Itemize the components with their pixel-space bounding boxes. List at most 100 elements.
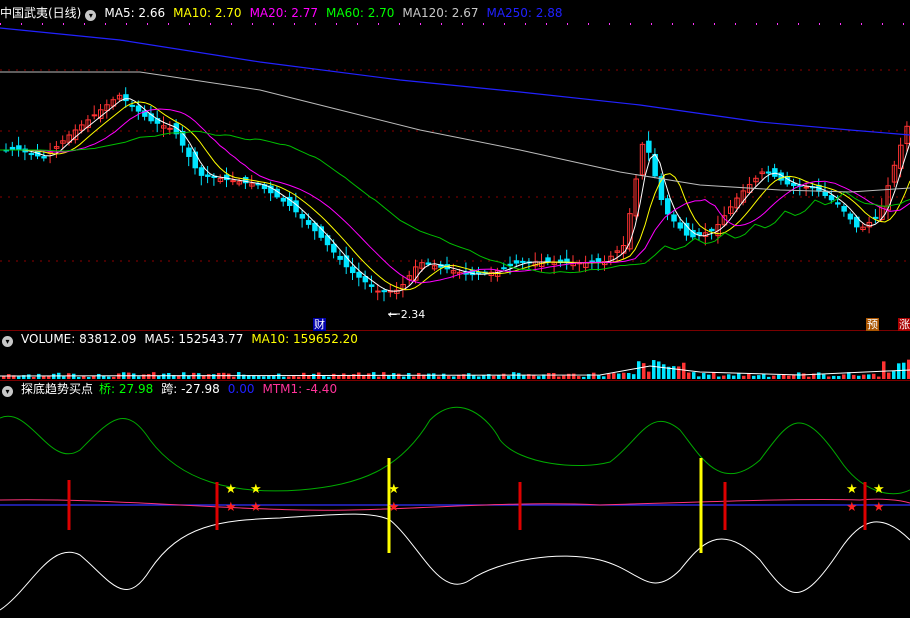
volume-bar xyxy=(32,376,36,379)
chart-options-icon[interactable]: ▾ xyxy=(85,10,97,21)
star-marker-icon: ★ xyxy=(873,482,885,497)
volume-bar xyxy=(112,376,116,379)
volume-bar xyxy=(867,374,871,379)
volume-bar xyxy=(157,375,161,379)
indicator-title[interactable]: 探底趋势买点 xyxy=(21,382,93,396)
star-marker-icon: ★ xyxy=(388,482,400,497)
candle-body xyxy=(205,174,211,177)
volume-bar xyxy=(472,375,476,379)
volume-bar xyxy=(747,373,751,379)
candle-body xyxy=(280,197,287,202)
star-marker-icon: ★ xyxy=(388,500,400,515)
volume-bar xyxy=(892,371,896,379)
ma-label-0: MA5: 2.66 xyxy=(104,6,166,20)
bridge-green-line xyxy=(0,406,910,495)
candle-body xyxy=(192,151,198,169)
volume-bar xyxy=(732,375,736,379)
volume-bar xyxy=(232,376,236,379)
kline-chart-canvas[interactable]: ← 2.34 ★ ★ ★ ★ ★ ★ ★ ★ ★ ★ xyxy=(0,0,910,618)
volume-bar xyxy=(737,373,741,379)
volume-bar xyxy=(767,376,771,379)
volume-bar xyxy=(392,373,396,379)
volume-bar xyxy=(842,374,846,379)
ma-label-5: MA250: 2.88 xyxy=(486,6,563,20)
candle-body xyxy=(847,213,854,220)
volume-bar xyxy=(342,373,346,379)
event-marker-forecast[interactable]: 预 xyxy=(866,318,879,331)
event-marker-finance[interactable]: 财 xyxy=(313,318,326,331)
volume-bar xyxy=(607,373,611,379)
candle-body xyxy=(368,284,375,287)
volume-bar xyxy=(442,373,446,379)
volume-bar xyxy=(87,376,91,379)
candle-body xyxy=(331,243,337,253)
volume-bar xyxy=(412,376,416,379)
volume-bar xyxy=(322,375,326,379)
volume-bar xyxy=(537,376,541,379)
candle-body xyxy=(356,271,362,278)
volume-bar xyxy=(437,376,441,379)
volume-ma5-line xyxy=(0,365,910,377)
stock-name[interactable]: 中国武夷(日线) xyxy=(0,6,81,20)
volume-bar xyxy=(717,376,721,379)
volume-bar xyxy=(327,376,331,379)
volume-bar xyxy=(777,374,781,379)
volume-bar xyxy=(602,376,606,379)
volume-label-1: MA5: 152543.77 xyxy=(144,332,244,346)
candle-body xyxy=(135,105,142,112)
volume-bar xyxy=(852,374,856,379)
volume-bar xyxy=(142,374,146,379)
volume-bar xyxy=(627,373,631,379)
candle-body xyxy=(513,260,520,264)
volume-bar xyxy=(832,375,836,379)
candle-body xyxy=(803,186,810,189)
volume-bar xyxy=(467,373,471,379)
volume-bar xyxy=(662,364,666,379)
indicator-options-icon[interactable]: ▾ xyxy=(2,386,13,397)
volume-bar xyxy=(887,372,891,379)
candle-body xyxy=(299,213,306,219)
volume-bar xyxy=(212,374,216,379)
volume-bar xyxy=(637,361,641,379)
candle-body xyxy=(828,195,835,201)
volume-bar xyxy=(752,375,756,379)
candle-body xyxy=(381,290,387,293)
volume-bar xyxy=(652,360,656,379)
volume-bar xyxy=(432,373,436,379)
indicator-label-2: 0.00 xyxy=(227,382,255,396)
volume-options-icon[interactable]: ▾ xyxy=(2,336,13,347)
volume-bar xyxy=(492,375,496,379)
volume-bar xyxy=(807,376,811,379)
volume-bar xyxy=(332,373,336,379)
volume-bar xyxy=(17,376,21,379)
volume-bar xyxy=(207,374,211,379)
candle-body xyxy=(841,206,847,212)
candle-body xyxy=(646,140,652,153)
volume-bar xyxy=(517,372,521,379)
event-marker-limit-up[interactable]: 涨 xyxy=(898,318,910,331)
volume-bar xyxy=(597,375,601,379)
candle-body xyxy=(41,156,47,159)
volume-bar xyxy=(782,374,786,379)
volume-bar xyxy=(267,375,271,379)
volume-bar xyxy=(897,363,901,379)
volume-bar xyxy=(62,376,66,379)
volume-panel-header: ▾ VOLUME: 83812.09 MA5: 152543.77 MA10: 159… xyxy=(0,331,374,347)
volume-bar xyxy=(367,373,371,379)
candle-body xyxy=(507,263,513,267)
volume-bar xyxy=(787,375,791,379)
volume-bar xyxy=(677,366,681,379)
volume-bar xyxy=(477,376,481,379)
volume-bar xyxy=(672,366,676,379)
cross-white-line xyxy=(0,513,910,611)
ma-label-3: MA60: 2.70 xyxy=(326,6,395,20)
volume-bar xyxy=(702,373,706,379)
volume-bar xyxy=(507,375,511,379)
candle-body xyxy=(337,255,343,260)
volume-bar xyxy=(402,376,406,379)
candle-body xyxy=(91,114,98,117)
volume-bar xyxy=(162,373,166,379)
volume-bar xyxy=(857,375,861,379)
volume-bar xyxy=(497,375,501,379)
star-marker-icon: ★ xyxy=(250,500,262,515)
